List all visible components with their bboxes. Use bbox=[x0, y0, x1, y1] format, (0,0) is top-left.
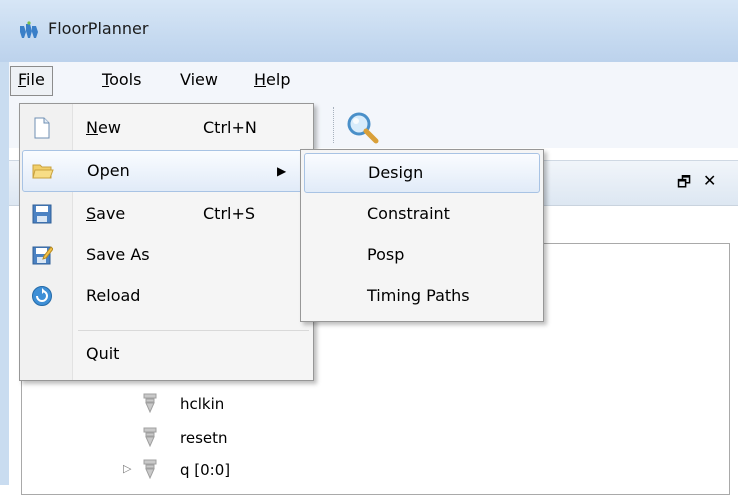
close-panel-icon[interactable]: ✕ bbox=[703, 171, 716, 190]
new-file-icon bbox=[34, 117, 50, 139]
menu-item-save[interactable]: Save Ctrl+S bbox=[22, 194, 311, 234]
title-bar: FloorPlanner bbox=[0, 0, 738, 62]
menu-item-save-as[interactable]: Save As bbox=[22, 235, 311, 275]
submenu-item-timing-paths[interactable]: Timing Paths bbox=[304, 277, 538, 315]
window-left-edge bbox=[0, 62, 9, 485]
submenu-item-constraint-label: Constraint bbox=[367, 204, 450, 223]
menu-item-reload-label: Reload bbox=[86, 286, 141, 305]
tree-item-q[interactable]: q [0:0] bbox=[180, 459, 230, 481]
port-icon bbox=[143, 459, 157, 479]
submenu-item-posp-label: Posp bbox=[367, 245, 405, 264]
menu-tools-label: Tools bbox=[102, 70, 142, 89]
menu-file[interactable]: File bbox=[10, 66, 53, 96]
menu-item-new-shortcut: Ctrl+N bbox=[203, 118, 257, 137]
menu-help-label: Help bbox=[254, 70, 291, 89]
port-icon bbox=[143, 427, 157, 447]
floorplanner-window: FloorPlanner File Tools View Help 🗗 ✕ hc… bbox=[0, 0, 738, 495]
port-icon bbox=[143, 393, 157, 413]
toolbar-separator bbox=[333, 107, 337, 143]
tree-item-resetn[interactable]: resetn bbox=[180, 427, 228, 449]
menu-item-save-as-label: Save As bbox=[86, 245, 150, 264]
open-folder-icon bbox=[32, 164, 54, 179]
menu-item-save-label: Save bbox=[86, 204, 126, 223]
menu-item-open-label: Open bbox=[87, 161, 130, 180]
tree-item-hclkin[interactable]: hclkin bbox=[180, 393, 224, 415]
submenu-item-posp[interactable]: Posp bbox=[304, 236, 538, 274]
expand-arrow-icon[interactable]: ▷ bbox=[123, 462, 131, 475]
menu-item-quit-label: Quit bbox=[86, 344, 120, 363]
menu-help[interactable]: Help bbox=[247, 66, 297, 94]
menu-item-new-label: New bbox=[86, 118, 121, 137]
menu-bar: File Tools View Help bbox=[9, 62, 738, 101]
save-as-icon bbox=[32, 246, 53, 265]
menu-item-new[interactable]: New Ctrl+N bbox=[22, 108, 311, 148]
menu-item-save-shortcut: Ctrl+S bbox=[203, 204, 256, 223]
window-title: FloorPlanner bbox=[48, 19, 149, 38]
menu-file-label: File bbox=[18, 70, 45, 89]
menu-item-reload[interactable]: Reload bbox=[22, 276, 311, 316]
menu-item-open[interactable]: Open ▶ bbox=[22, 150, 311, 192]
submenu-item-constraint[interactable]: Constraint bbox=[304, 195, 538, 233]
restore-panel-icon[interactable]: 🗗 bbox=[677, 172, 691, 197]
menu-item-quit[interactable]: Quit bbox=[22, 334, 311, 374]
menu-view[interactable]: View bbox=[173, 66, 225, 94]
menu-tools[interactable]: Tools bbox=[95, 66, 148, 94]
menu-separator bbox=[78, 330, 309, 331]
submenu-item-design-label: Design bbox=[368, 163, 424, 182]
submenu-item-timing-paths-label: Timing Paths bbox=[367, 286, 470, 305]
submenu-arrow-icon: ▶ bbox=[277, 164, 287, 178]
submenu-item-design[interactable]: Design bbox=[304, 153, 540, 193]
search-icon[interactable] bbox=[345, 110, 381, 146]
reload-icon bbox=[32, 286, 52, 306]
menu-view-label: View bbox=[180, 70, 218, 89]
save-icon bbox=[32, 204, 52, 224]
app-logo-icon bbox=[20, 21, 38, 38]
file-menu: New Ctrl+N Open ▶ Save Ctrl+S Save As Re… bbox=[19, 103, 314, 381]
open-submenu: Design Constraint Posp Timing Paths bbox=[300, 149, 544, 322]
